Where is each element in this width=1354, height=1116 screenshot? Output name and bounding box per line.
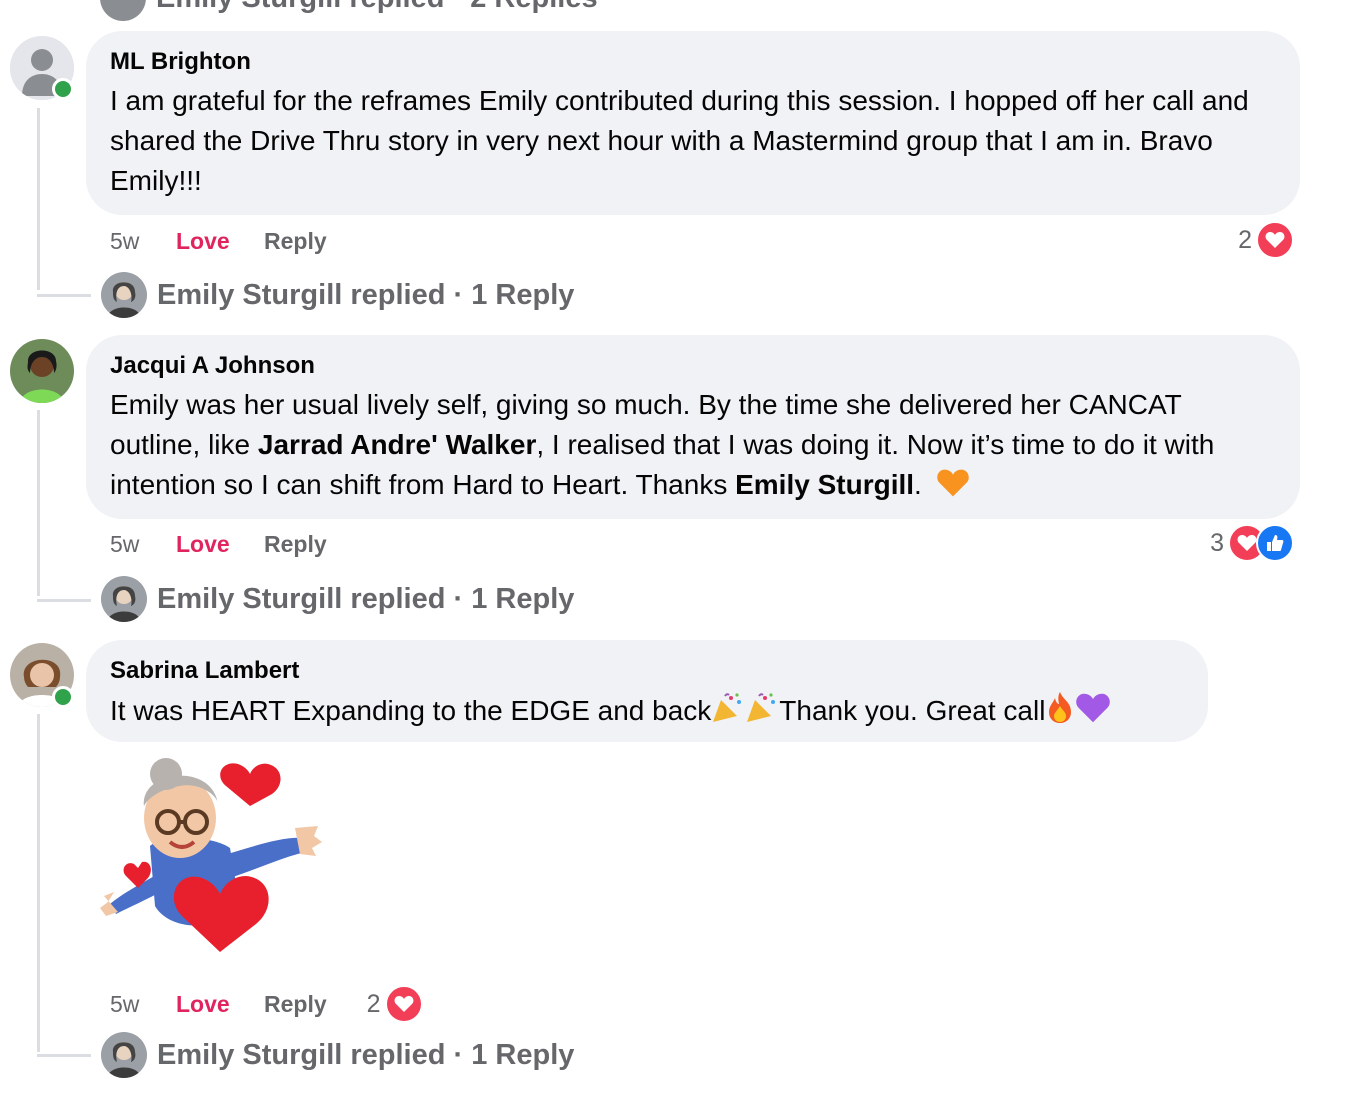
reply-button[interactable]: Reply bbox=[264, 991, 327, 1018]
avatar bbox=[101, 576, 147, 622]
reaction-summary[interactable]: 2 bbox=[1238, 220, 1294, 260]
replied-row[interactable]: Emily Sturgill replied · 1 Reply bbox=[101, 270, 574, 320]
party-popper-emoji bbox=[711, 692, 745, 735]
reply-button[interactable]: Reply bbox=[264, 531, 327, 558]
comment-author[interactable]: Jacqui A Johnson bbox=[110, 351, 1276, 381]
thread-line bbox=[37, 108, 40, 290]
avatar bbox=[101, 1032, 147, 1078]
comment-text: Emily was her usual lively self, giving … bbox=[110, 385, 1276, 509]
timestamp[interactable]: 5w bbox=[110, 531, 176, 558]
timestamp[interactable]: 5w bbox=[110, 228, 176, 255]
online-indicator bbox=[52, 686, 74, 708]
comment-actions: 5w Love Reply bbox=[110, 226, 327, 256]
reaction-count: 3 bbox=[1210, 528, 1224, 557]
love-button[interactable]: Love bbox=[176, 991, 264, 1018]
profile-photo bbox=[10, 339, 74, 403]
thumbs-up-icon bbox=[1256, 524, 1294, 562]
comment-text-part: . bbox=[914, 469, 922, 500]
thread-line bbox=[37, 410, 40, 596]
comment-text: It was HEART Expanding to the EDGE and b… bbox=[110, 690, 1184, 735]
thread-line bbox=[37, 294, 91, 297]
comment-text-part: It was HEART Expanding to the EDGE and b… bbox=[110, 695, 712, 726]
reaction-count: 2 bbox=[1238, 225, 1252, 254]
replied-label: Emily Sturgill replied · 1 Reply bbox=[157, 1038, 575, 1071]
comment-author[interactable]: Sabrina Lambert bbox=[110, 656, 1184, 686]
comment-bubble: Jacqui A Johnson Emily was her usual liv… bbox=[86, 335, 1300, 519]
replied-label: Emily Sturgill replied · 1 Reply bbox=[157, 582, 575, 615]
mention-link[interactable]: Jarrad Andre' Walker bbox=[258, 429, 536, 460]
fire-emoji bbox=[1045, 690, 1075, 735]
comment-text-part: Thank you. Great call bbox=[779, 695, 1046, 726]
memoji-hearts-sticker[interactable] bbox=[100, 756, 330, 956]
comment-actions: 5w Love Reply bbox=[110, 529, 327, 559]
purple-heart-emoji bbox=[1075, 692, 1111, 735]
party-popper-emoji bbox=[745, 692, 779, 735]
reply-button[interactable]: Reply bbox=[264, 228, 327, 255]
mention-link[interactable]: Emily Sturgill bbox=[735, 469, 914, 500]
avatar bbox=[101, 272, 147, 318]
heart-icon bbox=[384, 985, 423, 1023]
replied-row[interactable]: Emily Sturgill replied · 1 Reply bbox=[101, 574, 574, 624]
comment-text: I am grateful for the reframes Emily con… bbox=[110, 85, 1249, 196]
previous-replied-row[interactable]: Emily Sturgill replied · 2 Replies bbox=[100, 0, 598, 21]
reaction-count: 2 bbox=[366, 989, 381, 1018]
avatar[interactable] bbox=[10, 339, 74, 403]
thread-line bbox=[37, 1054, 91, 1057]
replied-row[interactable]: Emily Sturgill replied · 1 Reply bbox=[101, 1030, 574, 1080]
avatar bbox=[100, 0, 146, 21]
heart-icon bbox=[1256, 221, 1294, 259]
comment-bubble: Sabrina Lambert It was HEART Expanding t… bbox=[86, 640, 1208, 742]
thread-line bbox=[37, 714, 40, 1052]
comment-actions: 5w Love Reply 2 bbox=[110, 985, 423, 1023]
replied-label: Emily Sturgill replied · 1 Reply bbox=[157, 278, 575, 311]
reaction-summary[interactable]: 3 bbox=[1210, 523, 1294, 563]
love-button[interactable]: Love bbox=[176, 228, 264, 255]
comment-author[interactable]: ML Brighton bbox=[110, 47, 1276, 77]
online-indicator bbox=[52, 78, 74, 100]
thread-line bbox=[37, 599, 91, 602]
orange-heart-emoji bbox=[936, 468, 970, 509]
timestamp[interactable]: 5w bbox=[110, 991, 176, 1018]
replied-label: Emily Sturgill replied · 2 Replies bbox=[156, 0, 598, 15]
reaction-summary[interactable]: 2 bbox=[367, 984, 423, 1024]
love-button[interactable]: Love bbox=[176, 531, 264, 558]
comment-bubble: ML Brighton I am grateful for the refram… bbox=[86, 31, 1300, 215]
